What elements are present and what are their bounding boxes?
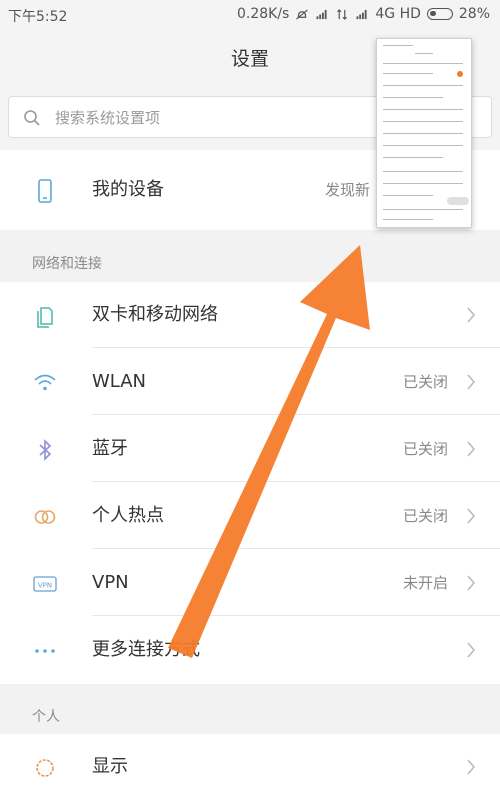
thumb-line <box>383 219 433 220</box>
settings-item-display[interactable]: 显示 <box>0 734 500 800</box>
svg-text:VPN: VPN <box>38 582 52 590</box>
status-bar: 下午5:52 0.28K/s 4G HD 28% <box>0 0 500 30</box>
settings-item-dual-sim[interactable]: 双卡和移动网络 <box>0 282 500 348</box>
divider <box>92 414 500 415</box>
my-device-value: 发现新 <box>324 181 370 199</box>
silent-bell-icon <box>296 8 309 20</box>
item-label: 蓝牙 <box>92 438 128 459</box>
status-time: 下午5:52 <box>8 9 68 25</box>
battery-level: 28% <box>458 6 490 22</box>
thumb-line <box>383 133 463 134</box>
chevron-right-icon <box>467 642 476 658</box>
item-value: 未开启 <box>402 574 448 592</box>
item-value: 已关闭 <box>402 373 448 391</box>
divider <box>92 615 500 616</box>
item-label: 更多连接方式 <box>92 639 200 660</box>
thumb-line <box>383 121 463 122</box>
thumb-line <box>383 195 433 196</box>
phone-device-icon <box>38 179 52 203</box>
status-indicators: 0.28K/s 4G HD 28% <box>237 6 490 22</box>
screenshot-thumbnail[interactable] <box>376 38 472 228</box>
item-label: 个人热点 <box>92 505 164 526</box>
display-brightness-icon <box>36 759 54 777</box>
thumb-line <box>383 145 463 146</box>
thumb-line <box>383 63 463 64</box>
my-device-label: 我的设备 <box>92 179 164 200</box>
chevron-right-icon <box>467 441 476 457</box>
thumb-dot <box>457 71 463 77</box>
vpn-icon: VPN <box>33 576 57 592</box>
section-header-personal: 个人 <box>0 688 500 740</box>
thumb-line <box>383 109 463 110</box>
settings-item-more-connections[interactable]: 更多连接方式 <box>0 617 500 683</box>
network-type: 4G HD <box>375 6 421 22</box>
thumb-line <box>383 85 463 86</box>
section-title-personal: 个人 <box>32 709 60 725</box>
thumb-line <box>383 157 443 158</box>
bluetooth-icon <box>39 439 52 461</box>
wifi-icon <box>34 374 56 391</box>
item-label: VPN <box>92 572 129 593</box>
item-value: 已关闭 <box>402 507 448 525</box>
thumb-line <box>383 209 463 210</box>
settings-item-vpn[interactable]: VPN VPN 未开启 <box>0 550 500 616</box>
more-dots-icon <box>35 649 55 653</box>
chevron-right-icon <box>467 759 476 775</box>
search-icon <box>24 110 40 126</box>
item-label: 双卡和移动网络 <box>92 304 218 325</box>
settings-item-wlan[interactable]: WLAN 已关闭 <box>0 349 500 415</box>
chevron-right-icon <box>467 374 476 390</box>
thumb-line <box>383 45 413 46</box>
thumb-line <box>383 73 433 74</box>
network-card: 双卡和移动网络 WLAN 已关闭 蓝牙 已关闭 个人热点 已关闭 VPN VPN… <box>0 282 500 684</box>
thumb-pill <box>447 197 469 205</box>
settings-item-bluetooth[interactable]: 蓝牙 已关闭 <box>0 416 500 482</box>
signal-icon-2 <box>356 9 367 19</box>
thumb-line <box>415 53 433 54</box>
personal-card: 显示 <box>0 734 500 800</box>
thumb-line <box>383 97 443 98</box>
chevron-right-icon <box>467 307 476 323</box>
section-header-network: 网络和连接 <box>0 235 500 287</box>
signal-icon <box>316 9 327 19</box>
thumb-line <box>383 183 463 184</box>
divider <box>92 548 500 549</box>
divider <box>92 481 500 482</box>
section-title-network: 网络和连接 <box>32 256 102 272</box>
divider <box>92 347 500 348</box>
sim-card-icon <box>37 307 53 328</box>
net-speed: 0.28K/s <box>236 6 290 22</box>
chevron-right-icon <box>467 575 476 591</box>
item-value: 已关闭 <box>402 440 448 458</box>
battery-icon <box>426 8 453 20</box>
item-label: 显示 <box>92 756 128 777</box>
data-transfer-icon <box>337 8 348 20</box>
settings-item-hotspot[interactable]: 个人热点 已关闭 <box>0 483 500 549</box>
chevron-right-icon <box>467 508 476 524</box>
item-label: WLAN <box>92 371 147 392</box>
thumb-line <box>383 171 463 172</box>
hotspot-icon <box>34 510 56 524</box>
